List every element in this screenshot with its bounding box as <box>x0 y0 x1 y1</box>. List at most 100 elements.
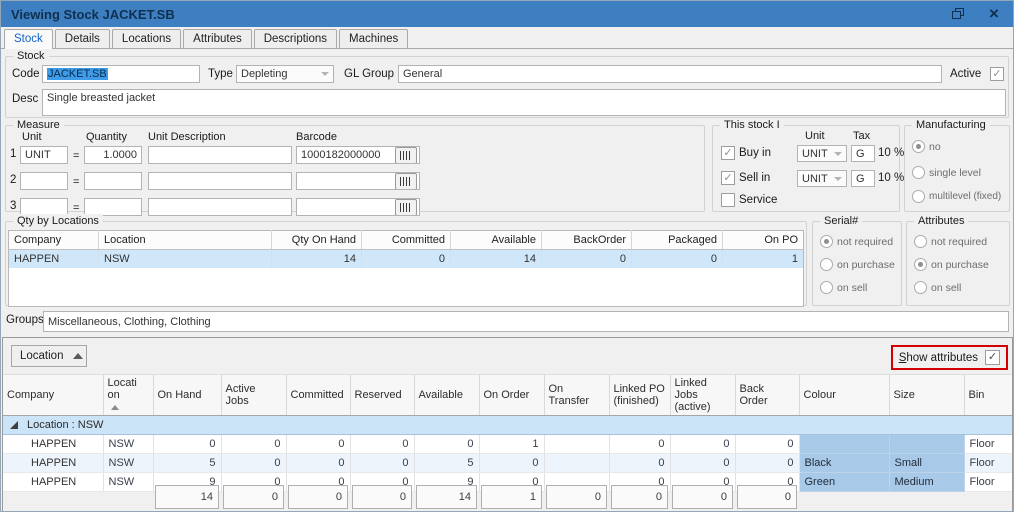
serial-not-required-radio[interactable] <box>820 235 833 248</box>
measure-row3-description-field[interactable] <box>148 198 292 216</box>
qty-col-packaged[interactable]: Packaged <box>631 230 723 250</box>
manufacturing-no-radio[interactable] <box>912 140 925 153</box>
col-linked-po[interactable]: Linked PO (finished) <box>609 374 671 416</box>
sell-in-checkbox[interactable]: ✓ <box>721 171 735 185</box>
col-on-order[interactable]: On Order <box>479 374 545 416</box>
summary-on-hand-total: 14 <box>155 485 219 509</box>
col-company[interactable]: Company <box>3 374 104 416</box>
manufacturing-single-level-radio[interactable] <box>912 166 925 179</box>
tab-attributes[interactable]: Attributes <box>183 29 252 48</box>
col-active-jobs[interactable]: Active Jobs <box>221 374 287 416</box>
detail-grid-header-row: Company Location On Hand Active Jobs Com… <box>3 374 1012 416</box>
serial-on-purchase-radio[interactable] <box>820 258 833 271</box>
barcode-icon[interactable] <box>395 199 417 215</box>
measure-row3-barcode-field[interactable] <box>296 198 420 216</box>
qty-cell-backorder: 0 <box>541 249 632 268</box>
serial-on-sell-radio[interactable] <box>820 281 833 294</box>
col-company-label: Company <box>7 389 55 401</box>
tab-details[interactable]: Details <box>54 29 110 48</box>
manufacturing-multilevel-label: multilevel (fixed) <box>929 191 1002 202</box>
measure-row2-unit-field[interactable] <box>20 172 68 190</box>
active-checkbox[interactable]: ✓ <box>990 67 1004 81</box>
col-available[interactable]: Available <box>414 374 480 416</box>
location-group-row[interactable]: Location : NSW <box>3 415 1012 435</box>
barcode-glyph <box>400 150 412 160</box>
measure-row2-quantity-field[interactable] <box>84 172 142 190</box>
measure-row2-description-field[interactable] <box>148 172 292 190</box>
qty-col-committed[interactable]: Committed <box>361 230 451 250</box>
close-window-button[interactable]: × <box>983 5 1005 23</box>
qty-col-on-po[interactable]: On PO <box>722 230 804 250</box>
col-on-hand[interactable]: On Hand <box>153 374 222 416</box>
tab-machines[interactable]: Machines <box>339 29 409 48</box>
desc-field[interactable]: Single breasted jacket <box>42 89 1006 116</box>
col-location-label: Location <box>107 377 137 401</box>
col-location[interactable]: Location <box>103 374 154 416</box>
tab-stock[interactable]: Stock <box>4 29 53 49</box>
qty-col-location[interactable]: Location <box>98 230 272 250</box>
sell-tax-field[interactable]: G <box>851 170 875 187</box>
measure-row2-barcode-field[interactable] <box>296 172 420 190</box>
show-attributes-checkbox[interactable]: ✓ <box>985 350 1000 365</box>
qty-col-backorder[interactable]: BackOrder <box>541 230 632 250</box>
gl-group-field[interactable]: General <box>398 65 942 83</box>
summary-row: 14 0 0 0 14 1 0 0 0 0 <box>3 485 1012 509</box>
buy-in-checkbox[interactable]: ✓ <box>721 146 735 160</box>
qty-table-row[interactable]: HAPPEN NSW 14 0 14 0 0 1 <box>8 249 804 268</box>
qty-col-qty-on-hand[interactable]: Qty On Hand <box>271 230 362 250</box>
group-expand-icon[interactable] <box>10 421 18 429</box>
col-size[interactable]: Size <box>889 374 965 416</box>
measure-row2-equals: = <box>73 176 80 188</box>
manufacturing-multilevel-radio[interactable] <box>912 190 925 203</box>
measure-row1-unit-value: UNIT <box>25 149 51 161</box>
code-field[interactable]: JACKET.SB <box>42 65 200 83</box>
qty-by-locations-groupbox: Qty by Locations Company Location Qty On… <box>5 214 807 307</box>
measure-unit-header: Unit <box>22 131 42 143</box>
cell-reserved: 0 <box>350 453 415 473</box>
qty-by-locations-legend: Qty by Locations <box>13 214 103 228</box>
sell-unit-dropdown[interactable]: UNIT <box>797 170 847 187</box>
group-by-location-chip[interactable]: Location <box>11 345 87 367</box>
summary-empty <box>799 485 889 509</box>
col-committed[interactable]: Committed <box>286 374 351 416</box>
measure-row1-quantity-value: 1.0000 <box>103 149 137 161</box>
measure-row1-barcode-field[interactable]: 1000182000000 <box>296 146 420 164</box>
cell-linked-jobs: 0 <box>670 453 736 473</box>
measure-row1-description-field[interactable] <box>148 146 292 164</box>
col-linked-jobs[interactable]: Linked Jobs (active) <box>670 374 736 416</box>
detail-row-2[interactable]: HAPPEN NSW 5 0 0 0 5 0 0 0 0 Black Small… <box>3 453 1012 473</box>
tab-strip: Stock Details Locations Attributes Descr… <box>1 27 1013 49</box>
tab-locations[interactable]: Locations <box>111 29 182 48</box>
buy-unit-dropdown[interactable]: UNIT <box>797 145 847 162</box>
measure-row1-quantity-field[interactable]: 1.0000 <box>84 146 142 164</box>
summary-reserved-total: 0 <box>352 485 412 509</box>
measure-row1-unit-field[interactable]: UNIT <box>20 146 68 164</box>
groups-field[interactable]: Miscellaneous, Clothing, Clothing <box>43 311 1009 332</box>
col-bin[interactable]: Bin <box>964 374 1012 416</box>
col-on-transfer[interactable]: On Transfer <box>544 374 610 416</box>
tab-descriptions[interactable]: Descriptions <box>253 29 338 48</box>
type-value: Depleting <box>241 68 288 80</box>
qty-col-available[interactable]: Available <box>450 230 542 250</box>
service-checkbox[interactable]: ✓ <box>721 193 735 207</box>
restore-icon <box>951 8 964 19</box>
barcode-icon[interactable] <box>395 147 417 163</box>
col-colour[interactable]: Colour <box>799 374 890 416</box>
summary-active-jobs-total: 0 <box>223 485 284 509</box>
attributes-on-sell-radio[interactable] <box>914 281 927 294</box>
restore-window-button[interactable] <box>947 5 969 23</box>
cell-back-order: 0 <box>735 453 800 473</box>
qty-cell-company: HAPPEN <box>8 249 99 268</box>
col-reserved[interactable]: Reserved <box>350 374 415 416</box>
attributes-on-purchase-radio[interactable] <box>914 258 927 271</box>
col-back-order[interactable]: Back Order <box>735 374 800 416</box>
summary-back-order-total: 0 <box>737 485 797 509</box>
attributes-not-required-radio[interactable] <box>914 235 927 248</box>
barcode-icon[interactable] <box>395 173 417 189</box>
type-dropdown[interactable]: Depleting <box>236 65 334 83</box>
cell-committed: 0 <box>286 434 351 454</box>
buy-tax-field[interactable]: G <box>851 145 875 162</box>
detail-row-1[interactable]: HAPPEN NSW 0 0 0 0 0 1 0 0 0 Floor <box>3 434 1012 454</box>
qty-col-company[interactable]: Company <box>8 230 99 250</box>
serial-on-sell-label: on sell <box>837 282 868 294</box>
